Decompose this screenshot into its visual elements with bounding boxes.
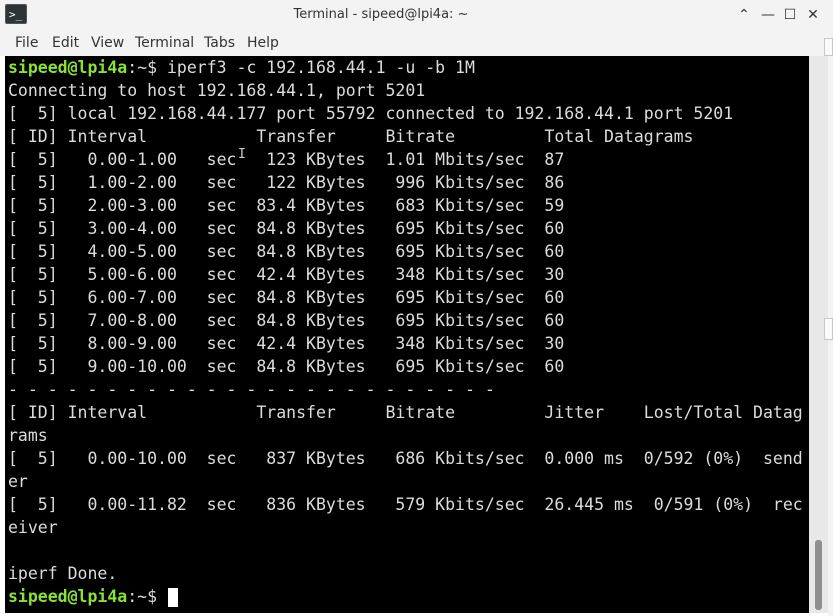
- output-line: [ 5] 9.00-10.00 sec 84.8 KBytes 695 Kbit…: [8, 357, 565, 376]
- menu-file[interactable]: File: [15, 30, 38, 56]
- final-prompt-line: sipeed@lpi4a:~$: [8, 585, 178, 608]
- window-title: Terminal - sipeed@lpi4a: ~: [293, 7, 469, 22]
- background-window-fragment: [824, 318, 833, 340]
- output-line: [ 5] 4.00-5.00 sec 84.8 KBytes 695 Kbits…: [8, 242, 565, 261]
- output-line: [ 5] 7.00-8.00 sec 84.8 KBytes 695 Kbits…: [8, 311, 565, 330]
- prompt-user: sipeed@lpi4a: [8, 587, 128, 606]
- ibeam-cursor-icon: I: [238, 147, 246, 162]
- output-line: [ 5] 0.00-10.00 sec 837 KBytes 686 Kbits…: [8, 449, 803, 468]
- output-line: [ 5] 0.00-11.82 sec 836 KBytes 579 Kbits…: [8, 495, 803, 514]
- shade-button[interactable]: ⌃: [734, 5, 754, 25]
- output-line: - - - - - - - - - - - - - - - - - - - - …: [8, 380, 495, 399]
- prompt-user: sipeed@lpi4a: [8, 58, 128, 77]
- output-line: [ 5] 6.00-7.00 sec 84.8 KBytes 695 Kbits…: [8, 288, 565, 307]
- menu-terminal[interactable]: Terminal: [135, 30, 194, 56]
- output-line: [ ID] Interval Transfer Bitrate Jitter L…: [8, 403, 803, 422]
- menu-bar: File Edit View Terminal Tabs Help: [0, 30, 833, 56]
- output-line: iperf Done.: [8, 564, 118, 583]
- scrollbar-thumb[interactable]: [815, 540, 822, 610]
- prompt-suffix: :~$: [127, 587, 167, 606]
- output-line: [ 5] local 192.168.44.177 port 55792 con…: [8, 104, 734, 123]
- output-line: er: [8, 472, 28, 491]
- menu-view[interactable]: View: [91, 30, 124, 56]
- title-bar[interactable]: >_ Terminal - sipeed@lpi4a: ~ ⌃ — ☐ ✕: [0, 0, 833, 30]
- output-line: [ ID] Interval Transfer Bitrate Total Da…: [8, 127, 694, 146]
- background-window-fragment: [824, 38, 833, 56]
- output-line: [ 5] 3.00-4.00 sec 84.8 KBytes 695 Kbits…: [8, 219, 565, 238]
- close-button[interactable]: ✕: [803, 5, 823, 25]
- prompt-suffix: :~$: [127, 58, 167, 77]
- command-line: sipeed@lpi4a:~$ iperf3 -c 192.168.44.1 -…: [8, 56, 475, 79]
- maximize-button[interactable]: ☐: [780, 5, 800, 25]
- output-line: [ 5] 0.00-1.00 sec 123 KBytes 1.01 Mbits…: [8, 150, 565, 169]
- menu-edit[interactable]: Edit: [52, 30, 79, 56]
- output-line: [ 5] 8.00-9.00 sec 42.4 KBytes 348 Kbits…: [8, 334, 565, 353]
- text-cursor: [167, 588, 178, 607]
- output-line: Connecting to host 192.168.44.1, port 52…: [8, 81, 426, 100]
- output-line: [ 5] 1.00-2.00 sec 122 KBytes 996 Kbits/…: [8, 173, 565, 192]
- menu-help[interactable]: Help: [247, 30, 279, 56]
- output-line: [ 5] 5.00-6.00 sec 42.4 KBytes 348 Kbits…: [8, 265, 565, 284]
- output-line: [ 5] 2.00-3.00 sec 83.4 KBytes 683 Kbits…: [8, 196, 565, 215]
- output-line: eiver: [8, 518, 58, 537]
- output-line: rams: [8, 426, 48, 445]
- command-text: iperf3 -c 192.168.44.1 -u -b 1M: [166, 58, 475, 77]
- minimize-button[interactable]: —: [758, 5, 778, 25]
- menu-tabs[interactable]: Tabs: [204, 30, 235, 56]
- terminal-screen[interactable]: sipeed@lpi4a:~$ iperf3 -c 192.168.44.1 -…: [5, 56, 809, 613]
